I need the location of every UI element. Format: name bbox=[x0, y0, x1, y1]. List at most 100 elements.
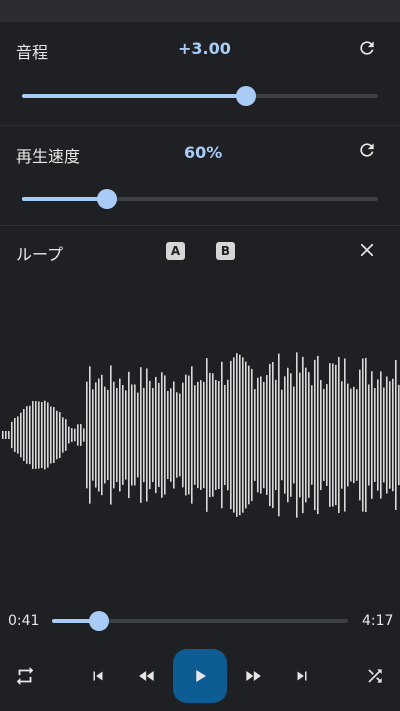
waveform-bar bbox=[77, 424, 79, 446]
waveform-bar bbox=[62, 417, 64, 453]
skip-next-icon bbox=[297, 671, 307, 681]
waveform-bar bbox=[89, 366, 91, 504]
waveform-bar bbox=[110, 365, 112, 505]
speed-reset-button[interactable] bbox=[353, 136, 381, 164]
close-icon bbox=[360, 243, 374, 257]
waveform-bar bbox=[308, 372, 310, 498]
waveform-bar bbox=[191, 366, 193, 504]
shuffle-button[interactable] bbox=[358, 659, 392, 693]
playback-seek-bar[interactable] bbox=[52, 611, 348, 631]
waveform[interactable] bbox=[0, 330, 400, 540]
rewind-button[interactable] bbox=[130, 659, 164, 693]
waveform-bar bbox=[266, 375, 268, 495]
waveform-bar bbox=[14, 418, 16, 452]
waveform-bar bbox=[395, 359, 397, 511]
waveform-bar bbox=[389, 381, 391, 489]
waveform-bar bbox=[158, 382, 160, 488]
waveform-bar bbox=[194, 385, 196, 485]
waveform-bar bbox=[386, 376, 388, 494]
waveform-bar bbox=[287, 367, 289, 503]
fast-forward-icon bbox=[246, 671, 261, 681]
waveform-bar bbox=[164, 375, 166, 495]
waveform-bar bbox=[32, 401, 34, 469]
loop-close-button[interactable] bbox=[353, 236, 381, 264]
loop-b-button[interactable]: B bbox=[216, 242, 235, 260]
waveform-bar bbox=[272, 361, 274, 509]
waveform-bar bbox=[227, 379, 229, 491]
waveform-bar bbox=[371, 371, 373, 499]
waveform-bar bbox=[296, 352, 298, 518]
waveform-bar bbox=[299, 372, 301, 498]
waveform-bar bbox=[359, 369, 361, 501]
waveform-bar bbox=[206, 358, 208, 512]
speed-slider[interactable] bbox=[22, 189, 378, 209]
waveform-bar bbox=[218, 381, 220, 489]
waveform-bar bbox=[248, 365, 250, 505]
waveform-bar bbox=[11, 421, 13, 449]
waveform-bar bbox=[179, 393, 181, 477]
waveform-bar bbox=[101, 374, 103, 496]
speed-value: 60% bbox=[184, 143, 223, 162]
waveform-bar bbox=[98, 378, 100, 492]
waveform-bar bbox=[92, 389, 94, 481]
waveform-bar bbox=[17, 416, 19, 454]
waveform-bar bbox=[275, 379, 277, 491]
waveform-bar bbox=[44, 400, 46, 470]
waveform-bar bbox=[59, 412, 61, 458]
speed-slider-thumb[interactable] bbox=[97, 189, 118, 209]
waveform-bar bbox=[323, 389, 325, 481]
waveform-bar bbox=[341, 381, 343, 489]
waveform-bar bbox=[233, 357, 235, 513]
waveform-bar bbox=[242, 357, 244, 513]
waveform-bar bbox=[134, 384, 136, 486]
pitch-label: 音程 bbox=[16, 43, 49, 62]
pitch-slider[interactable] bbox=[22, 86, 378, 106]
fast-forward-button[interactable] bbox=[236, 659, 270, 693]
waveform-bar bbox=[50, 406, 52, 464]
pitch-slider-thumb[interactable] bbox=[236, 86, 257, 106]
waveform-bar bbox=[260, 376, 262, 494]
waveform-bar bbox=[56, 410, 58, 460]
skip-next-button[interactable] bbox=[285, 659, 319, 693]
waveform-bar bbox=[155, 376, 157, 494]
waveform-bar bbox=[200, 380, 202, 490]
speed-slider-fill bbox=[22, 197, 108, 201]
speed-section: 再生速度 60% bbox=[0, 126, 400, 226]
skip-previous-button[interactable] bbox=[81, 659, 115, 693]
waveform-bar bbox=[95, 382, 97, 488]
waveform-bar bbox=[329, 363, 331, 507]
seek-bar-thumb[interactable] bbox=[89, 611, 110, 631]
waveform-bar bbox=[374, 388, 376, 482]
waveform-bar bbox=[182, 382, 184, 488]
waveform-bar bbox=[239, 354, 241, 516]
loop-a-button[interactable]: A bbox=[166, 242, 185, 260]
waveform-bar bbox=[86, 381, 88, 489]
waveform-bar bbox=[173, 381, 175, 489]
refresh-icon bbox=[360, 143, 374, 157]
waveform-bar bbox=[170, 388, 172, 482]
shuffle-icon bbox=[368, 669, 382, 683]
waveform-bar bbox=[284, 376, 286, 494]
waveform-bar bbox=[305, 367, 307, 503]
pitch-reset-button[interactable] bbox=[353, 34, 381, 62]
waveform-bar bbox=[212, 373, 214, 497]
waveform-bar bbox=[197, 381, 199, 489]
waveform-bar bbox=[26, 406, 28, 464]
waveform-bar bbox=[104, 386, 106, 484]
pitch-slider-fill bbox=[22, 94, 247, 98]
waveform-bar bbox=[338, 356, 340, 514]
waveform-bar bbox=[236, 353, 238, 517]
waveform-bar bbox=[392, 378, 394, 492]
play-button[interactable] bbox=[173, 649, 227, 703]
waveform-bar bbox=[398, 384, 400, 486]
repeat-button[interactable] bbox=[8, 659, 42, 693]
waveform-bar bbox=[140, 367, 142, 503]
waveform-bar bbox=[335, 364, 337, 506]
waveform-bar bbox=[281, 389, 283, 481]
waveform-bar bbox=[20, 412, 22, 458]
waveform-bar bbox=[377, 379, 379, 491]
waveform-bar bbox=[353, 386, 355, 484]
waveform-bar bbox=[380, 371, 382, 499]
waveform-bar bbox=[188, 375, 190, 495]
waveform-bar bbox=[41, 401, 43, 469]
